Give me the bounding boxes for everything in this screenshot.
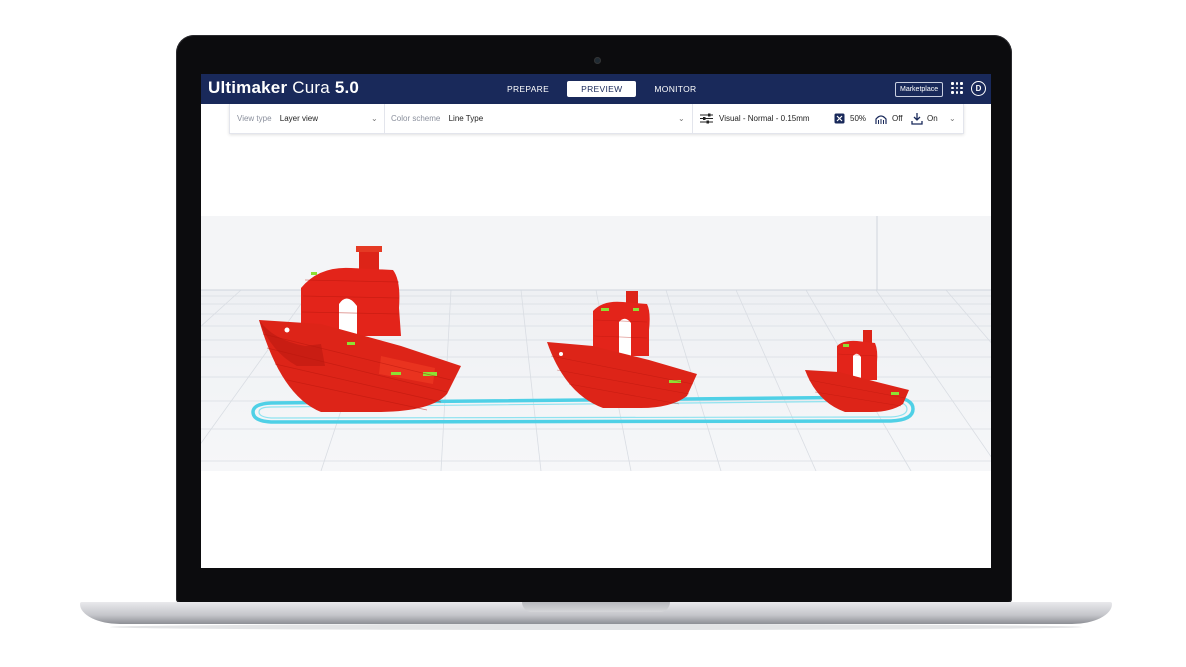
tab-prepare[interactable]: PREPARE xyxy=(497,81,559,97)
infill-icon xyxy=(834,113,845,124)
brand-name: Ultimaker xyxy=(208,78,288,97)
apps-grid-icon[interactable] xyxy=(951,82,963,94)
adhesion-icon xyxy=(911,113,923,125)
infill-value[interactable]: 50% xyxy=(850,104,866,133)
tab-monitor[interactable]: MONITOR xyxy=(644,81,706,97)
settings-sliders-icon[interactable] xyxy=(700,113,713,124)
laptop-notch xyxy=(522,602,670,612)
chevron-down-icon[interactable]: ⌄ xyxy=(371,104,378,133)
view-type-value: Layer view xyxy=(279,114,319,123)
stage-tabs: PREPARE PREVIEW MONITOR xyxy=(497,81,707,97)
chevron-down-icon[interactable]: ⌄ xyxy=(678,104,685,133)
build-plate-viewport[interactable] xyxy=(201,216,991,471)
toolbar-divider xyxy=(692,104,693,133)
app-header: Ultimaker Cura 5.0 PREPARE PREVIEW MONIT… xyxy=(201,74,991,104)
tab-preview[interactable]: PREVIEW xyxy=(567,81,637,97)
account-icon[interactable]: D xyxy=(971,81,986,96)
chevron-down-icon[interactable]: ⌄ xyxy=(949,104,956,133)
app-screen: Ultimaker Cura 5.0 PREPARE PREVIEW MONIT… xyxy=(201,74,991,568)
version-number: 5.0 xyxy=(334,78,360,97)
adhesion-value[interactable]: On xyxy=(927,104,938,133)
support-value[interactable]: Off xyxy=(892,104,903,133)
view-type-label: View type xyxy=(237,114,272,123)
marketplace-button[interactable]: Marketplace xyxy=(895,82,944,97)
app-title: Ultimaker Cura 5.0 xyxy=(208,78,359,98)
color-scheme-label: Color scheme xyxy=(391,114,441,123)
camera-icon xyxy=(594,57,601,64)
build-plate-scene[interactable] xyxy=(201,216,991,471)
print-profile[interactable]: Visual - Normal - 0.15mm xyxy=(719,104,810,133)
view-toolbar: View type Layer view ⌄ Color scheme Line… xyxy=(229,104,964,134)
product-name: Cura xyxy=(292,78,330,97)
color-scheme-value: Line Type xyxy=(448,114,484,123)
color-scheme-select[interactable]: Color scheme Line Type xyxy=(391,104,483,133)
toolbar-divider xyxy=(384,104,385,133)
view-type-select[interactable]: View type Layer view xyxy=(237,104,318,133)
support-icon xyxy=(875,115,887,124)
laptop-shadow xyxy=(110,624,1082,630)
